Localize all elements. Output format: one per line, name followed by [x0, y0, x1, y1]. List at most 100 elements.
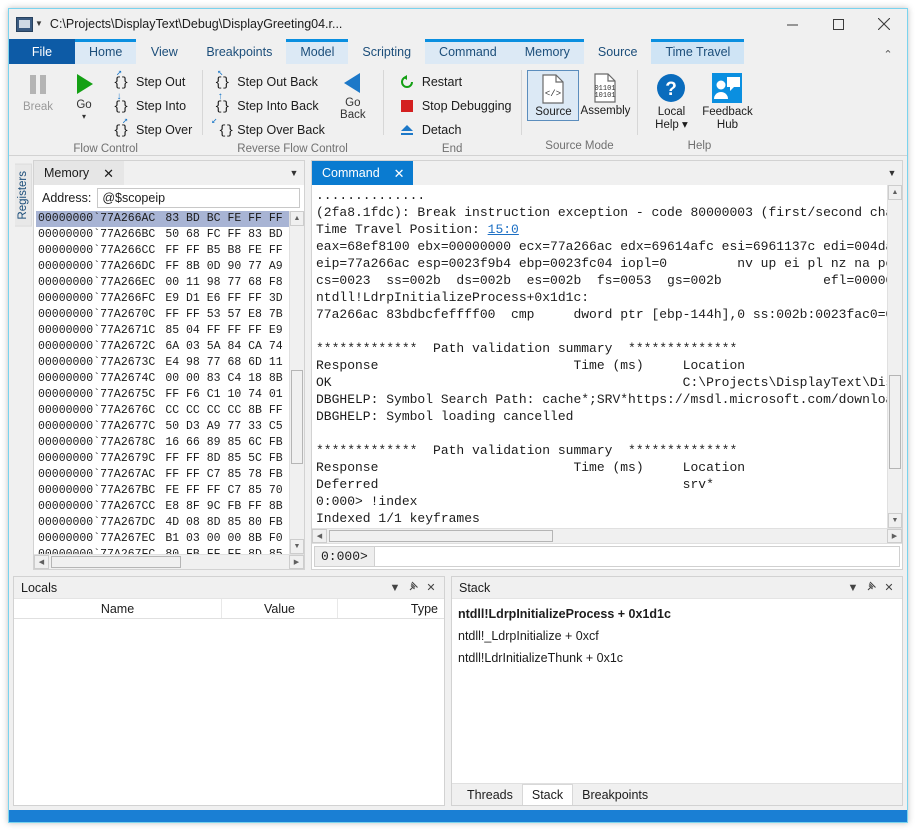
scroll-down-icon[interactable]: ▼: [888, 513, 902, 528]
column-header-value[interactable]: Value: [222, 599, 338, 618]
assembly-mode-button[interactable]: 01101 10101 Assembly: [579, 70, 631, 119]
close-icon[interactable]: ✕: [103, 167, 114, 180]
ribbon-tab-time-travel[interactable]: Time Travel: [651, 39, 744, 64]
ribbon-tab-file[interactable]: File: [9, 39, 75, 64]
command-vertical-scrollbar[interactable]: ▲ ▼: [887, 185, 902, 528]
stack-frame[interactable]: ntdll!LdrpInitializeProcess + 0x1d1c: [458, 603, 902, 625]
memory-row[interactable]: 00000000`77A267CCE8 8F 9C FB FF 8B: [36, 499, 289, 515]
ribbon-tab-scripting[interactable]: Scripting: [348, 39, 425, 64]
ribbon-tab-memory[interactable]: Memory: [511, 39, 584, 64]
ribbon-tab-source[interactable]: Source: [584, 39, 652, 64]
memory-horizontal-scrollbar[interactable]: ◀ ▶: [34, 554, 304, 569]
close-icon[interactable]: [861, 9, 907, 39]
memory-scroll-track[interactable]: [290, 226, 304, 539]
pin-icon[interactable]: [862, 581, 880, 595]
source-mode-button[interactable]: </> Source: [527, 70, 579, 121]
memory-row[interactable]: 00000000`77A267ECB1 03 00 00 8B F0: [36, 531, 289, 547]
column-header-name[interactable]: Name: [14, 599, 222, 618]
detach-button[interactable]: Detach: [393, 118, 516, 142]
command-hscroll-track[interactable]: [327, 529, 887, 543]
chevron-up-icon[interactable]: ⌃: [877, 48, 899, 61]
tab-memory[interactable]: Memory ✕: [34, 161, 124, 185]
memory-vertical-scrollbar[interactable]: ▲ ▼: [289, 211, 304, 554]
command-scroll-track[interactable]: [888, 200, 902, 513]
memory-row[interactable]: 00000000`77A267DC4D 08 8D 85 80 FB: [36, 515, 289, 531]
memory-row[interactable]: 00000000`77A267FC80 FB FF FF 8D 85: [36, 547, 289, 554]
ribbon-tab-home[interactable]: Home: [75, 39, 136, 64]
memory-row[interactable]: 00000000`77A2675CFF F6 C1 10 74 01: [36, 387, 289, 403]
local-help-button[interactable]: ? Local Help ▾: [643, 70, 699, 132]
address-input[interactable]: [97, 188, 300, 208]
tab-menu-icon[interactable]: ▼: [882, 161, 902, 185]
stop-debugging-button[interactable]: Stop Debugging: [393, 94, 516, 118]
scroll-left-icon[interactable]: ◀: [312, 529, 327, 543]
command-horizontal-scrollbar[interactable]: ◀ ▶: [312, 528, 902, 543]
memory-row[interactable]: 00000000`77A2674C00 00 83 C4 18 8B: [36, 371, 289, 387]
memory-row[interactable]: 00000000`77A267BCFE FF FF C7 85 70: [36, 483, 289, 499]
tab-menu-icon[interactable]: ▼: [284, 161, 304, 185]
memory-row[interactable]: 00000000`77A2676CCC CC CC CC 8B FF: [36, 403, 289, 419]
memory-row[interactable]: 00000000`77A266FCE9 D1 E6 FF FF 3D: [36, 291, 289, 307]
locals-rows[interactable]: [14, 619, 444, 805]
memory-rows[interactable]: 00000000`77A266AC83 BD BC FE FF FF000000…: [34, 211, 289, 554]
scroll-left-icon[interactable]: ◀: [34, 555, 49, 569]
tab-breakpoints[interactable]: Breakpoints: [573, 784, 657, 805]
step-over-back-button[interactable]: ↙ {} Step Over Back: [208, 118, 329, 142]
ribbon-tab-command[interactable]: Command: [425, 39, 511, 64]
memory-row[interactable]: 00000000`77A2671C85 04 FF FF FF E9: [36, 323, 289, 339]
memory-hscroll-thumb[interactable]: [51, 556, 181, 568]
memory-row[interactable]: 00000000`77A266CCFF FF B5 B8 FE FF: [36, 243, 289, 259]
sidebar-item-registers[interactable]: Registers: [15, 164, 32, 227]
memory-row[interactable]: 00000000`77A2672C6A 03 5A 84 CA 74: [36, 339, 289, 355]
ribbon-tab-model[interactable]: Model: [286, 39, 348, 64]
close-icon[interactable]: ✕: [880, 581, 898, 594]
tab-threads[interactable]: Threads: [458, 784, 522, 805]
go-button[interactable]: Go ▾: [61, 68, 107, 121]
minimize-icon[interactable]: [769, 9, 815, 39]
memory-hscroll-track[interactable]: [49, 555, 289, 569]
close-icon[interactable]: ✕: [394, 167, 405, 180]
stack-frame-list[interactable]: ntdll!LdrpInitializeProcess + 0x1d1cntdl…: [452, 599, 902, 783]
restart-button[interactable]: Restart: [393, 70, 516, 94]
scroll-up-icon[interactable]: ▲: [290, 211, 304, 226]
memory-row[interactable]: 00000000`77A2677C50 D3 A9 77 33 C5: [36, 419, 289, 435]
memory-row[interactable]: 00000000`77A267ACFF FF C7 85 78 FB: [36, 467, 289, 483]
memory-row[interactable]: 00000000`77A266EC00 11 98 77 68 F8: [36, 275, 289, 291]
scroll-right-icon[interactable]: ▶: [289, 555, 304, 569]
break-button[interactable]: Break: [15, 68, 61, 113]
maximize-icon[interactable]: [815, 9, 861, 39]
step-into-button[interactable]: {↓} Step Into: [107, 94, 196, 118]
feedback-hub-button[interactable]: Feedback Hub: [699, 70, 755, 132]
command-hscroll-thumb[interactable]: [329, 530, 553, 542]
memory-row[interactable]: 00000000`77A266BC50 68 FC FF 83 BD: [36, 227, 289, 243]
chevron-down-icon[interactable]: ▼: [386, 582, 404, 594]
scroll-up-icon[interactable]: ▲: [888, 185, 902, 200]
scroll-right-icon[interactable]: ▶: [887, 529, 902, 543]
step-out-back-button[interactable]: {↖} Step Out Back: [208, 70, 329, 94]
memory-row[interactable]: 00000000`77A2670CFF FF 53 57 E8 7B: [36, 307, 289, 323]
tab-command[interactable]: Command ✕: [312, 161, 413, 185]
stack-frame[interactable]: ntdll!LdrInitializeThunk + 0x1c: [458, 647, 902, 669]
command-input[interactable]: [375, 546, 900, 567]
go-dropdown-icon[interactable]: ▾: [82, 112, 86, 121]
command-scroll-thumb[interactable]: [889, 375, 901, 469]
memory-scroll-thumb[interactable]: [291, 370, 303, 464]
ribbon-tab-breakpoints[interactable]: Breakpoints: [192, 39, 286, 64]
stack-frame[interactable]: ntdll!_LdrpInitialize + 0xcf: [458, 625, 902, 647]
step-over-button[interactable]: {}↗ Step Over: [107, 118, 196, 142]
chevron-down-icon[interactable]: ▼: [844, 582, 862, 594]
ribbon-tab-view[interactable]: View: [136, 39, 192, 64]
close-icon[interactable]: ✕: [422, 581, 440, 594]
command-output-text[interactable]: .............. (2fa8.1fdc): Break instru…: [312, 185, 887, 528]
memory-row[interactable]: 00000000`77A2673CE4 98 77 68 6D 11: [36, 355, 289, 371]
memory-row[interactable]: 00000000`77A2678C16 66 89 85 6C FB: [36, 435, 289, 451]
column-header-type[interactable]: Type: [338, 599, 444, 618]
memory-row[interactable]: 00000000`77A2679CFF FF 8D 85 5C FB: [36, 451, 289, 467]
pin-icon[interactable]: [404, 581, 422, 595]
go-back-button[interactable]: Go Back: [329, 68, 377, 121]
time-travel-position-link[interactable]: 15:0: [488, 222, 519, 237]
memory-row[interactable]: 00000000`77A266AC83 BD BC FE FF FF: [36, 211, 289, 227]
step-into-back-button[interactable]: {↑} Step Into Back: [208, 94, 329, 118]
quick-access-dropdown-icon[interactable]: ▼: [35, 20, 43, 28]
scroll-down-icon[interactable]: ▼: [290, 539, 304, 554]
